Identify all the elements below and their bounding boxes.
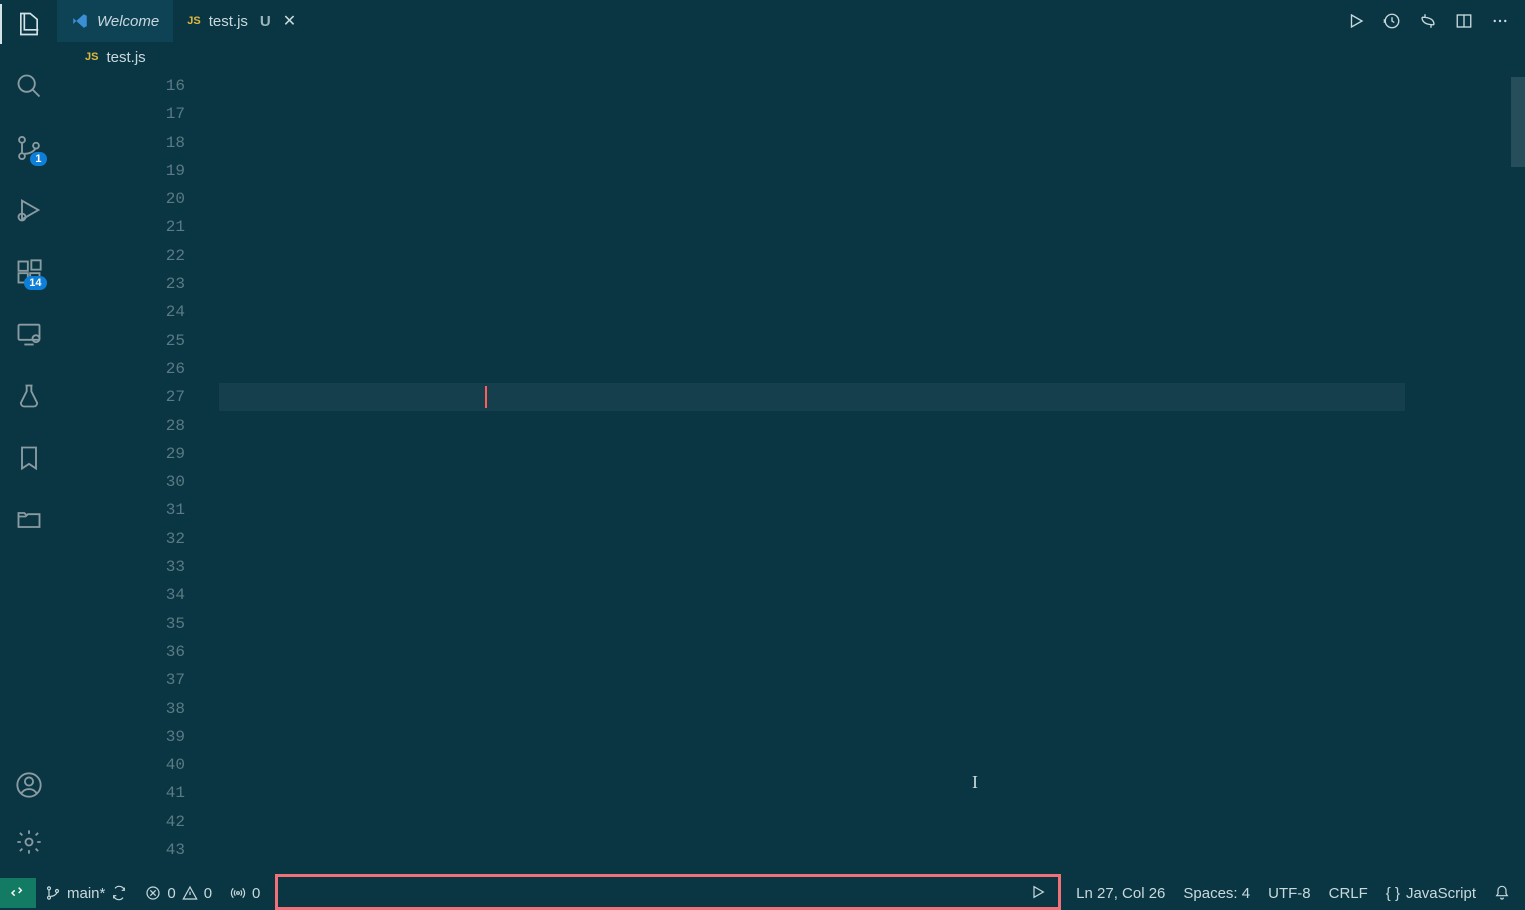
line-number: 33 [57, 553, 185, 581]
notifications-icon[interactable] [1485, 878, 1519, 908]
settings-gear-icon[interactable] [13, 826, 45, 858]
activity-bar: 1 14 [0, 0, 57, 878]
line-number: 17 [57, 100, 185, 128]
tab-welcome-label: Welcome [97, 13, 159, 30]
tab-file-label: test.js [209, 13, 248, 30]
line-number: 34 [57, 581, 185, 609]
line-number: 43 [57, 836, 185, 864]
code-area[interactable]: I [219, 72, 1525, 878]
extensions-icon[interactable]: 14 [13, 256, 45, 288]
line-number: 35 [57, 610, 185, 638]
tab-bar: Welcome JS test.js U ✕ [57, 0, 1525, 42]
current-line-highlight [219, 383, 1405, 411]
tab-modified-indicator: U [260, 13, 271, 30]
line-number: 19 [57, 157, 185, 185]
split-editor-icon[interactable] [1455, 12, 1473, 30]
language-status[interactable]: { } JavaScript [1377, 878, 1485, 908]
breadcrumb-file: test.js [106, 49, 145, 66]
branch-status[interactable]: main* [36, 878, 136, 908]
js-file-icon: JS [187, 15, 200, 27]
line-number: 41 [57, 779, 185, 807]
line-number: 32 [57, 525, 185, 553]
cursor-position[interactable]: Ln 27, Col 26 [1067, 878, 1174, 908]
line-number: 21 [57, 213, 185, 241]
line-number: 30 [57, 468, 185, 496]
line-number: 36 [57, 638, 185, 666]
history-icon[interactable] [1383, 12, 1401, 30]
remote-button[interactable] [0, 878, 36, 908]
line-number: 16 [57, 72, 185, 100]
line-number: 26 [57, 355, 185, 383]
line-number: 39 [57, 723, 185, 751]
run-debug-icon[interactable] [13, 194, 45, 226]
play-icon[interactable] [1030, 884, 1046, 900]
line-number: 40 [57, 751, 185, 779]
scm-badge: 1 [30, 152, 46, 166]
account-icon[interactable] [13, 769, 45, 801]
js-file-icon: JS [85, 51, 98, 63]
sync-icon[interactable] [111, 885, 127, 901]
line-number: 28 [57, 412, 185, 440]
folders-icon[interactable] [13, 504, 45, 536]
vscode-icon [71, 12, 89, 30]
warning-count: 0 [204, 885, 212, 902]
indentation-status[interactable]: Spaces: 4 [1174, 878, 1259, 908]
error-count: 0 [167, 885, 175, 902]
line-number: 27 [57, 383, 185, 411]
line-number: 38 [57, 695, 185, 723]
minimap[interactable] [1410, 72, 1525, 878]
eol-status[interactable]: CRLF [1320, 878, 1377, 908]
bookmark-icon[interactable] [13, 442, 45, 474]
radio-icon [230, 885, 246, 901]
line-number: 37 [57, 666, 185, 694]
scrollbar[interactable] [1511, 72, 1525, 878]
search-icon[interactable] [13, 70, 45, 102]
more-icon[interactable] [1491, 12, 1509, 30]
source-control-icon[interactable]: 1 [13, 132, 45, 164]
line-number: 25 [57, 327, 185, 355]
branch-name: main* [67, 885, 105, 902]
line-number: 20 [57, 185, 185, 213]
error-icon [145, 885, 161, 901]
status-bar: main* 0 0 0 Ln 27, Col 26 Spaces: 4 UTF-… [0, 878, 1525, 908]
editor[interactable]: 1617181920212223242526272829303132333435… [57, 72, 1525, 878]
line-number: 42 [57, 808, 185, 836]
scrollbar-thumb[interactable] [1511, 77, 1525, 167]
tab-file[interactable]: JS test.js U ✕ [173, 0, 310, 42]
editor-actions [1347, 0, 1525, 42]
tab-welcome[interactable]: Welcome [57, 0, 173, 42]
ibeam-cursor-icon: I [972, 772, 978, 793]
testing-icon[interactable] [13, 380, 45, 412]
line-number: 18 [57, 129, 185, 157]
run-icon[interactable] [1347, 12, 1365, 30]
problems-status[interactable]: 0 0 [136, 878, 221, 908]
text-cursor [485, 386, 487, 408]
ports-count: 0 [252, 885, 260, 902]
encoding-status[interactable]: UTF-8 [1259, 878, 1320, 908]
line-number: 24 [57, 298, 185, 326]
compare-icon[interactable] [1419, 12, 1437, 30]
extensions-badge: 14 [24, 276, 46, 290]
line-number: 29 [57, 440, 185, 468]
braces-icon: { } [1386, 885, 1400, 902]
breadcrumb[interactable]: JS test.js [57, 42, 1525, 72]
warning-icon [182, 885, 198, 901]
remote-explorer-icon[interactable] [13, 318, 45, 350]
line-number: 31 [57, 496, 185, 524]
line-gutter: 1617181920212223242526272829303132333435… [57, 72, 219, 878]
close-icon[interactable]: ✕ [283, 11, 296, 31]
line-number: 23 [57, 270, 185, 298]
ports-status[interactable]: 0 [221, 878, 269, 908]
line-number: 22 [57, 242, 185, 270]
explorer-icon[interactable] [13, 8, 45, 40]
highlighted-status-region[interactable] [275, 874, 1061, 910]
